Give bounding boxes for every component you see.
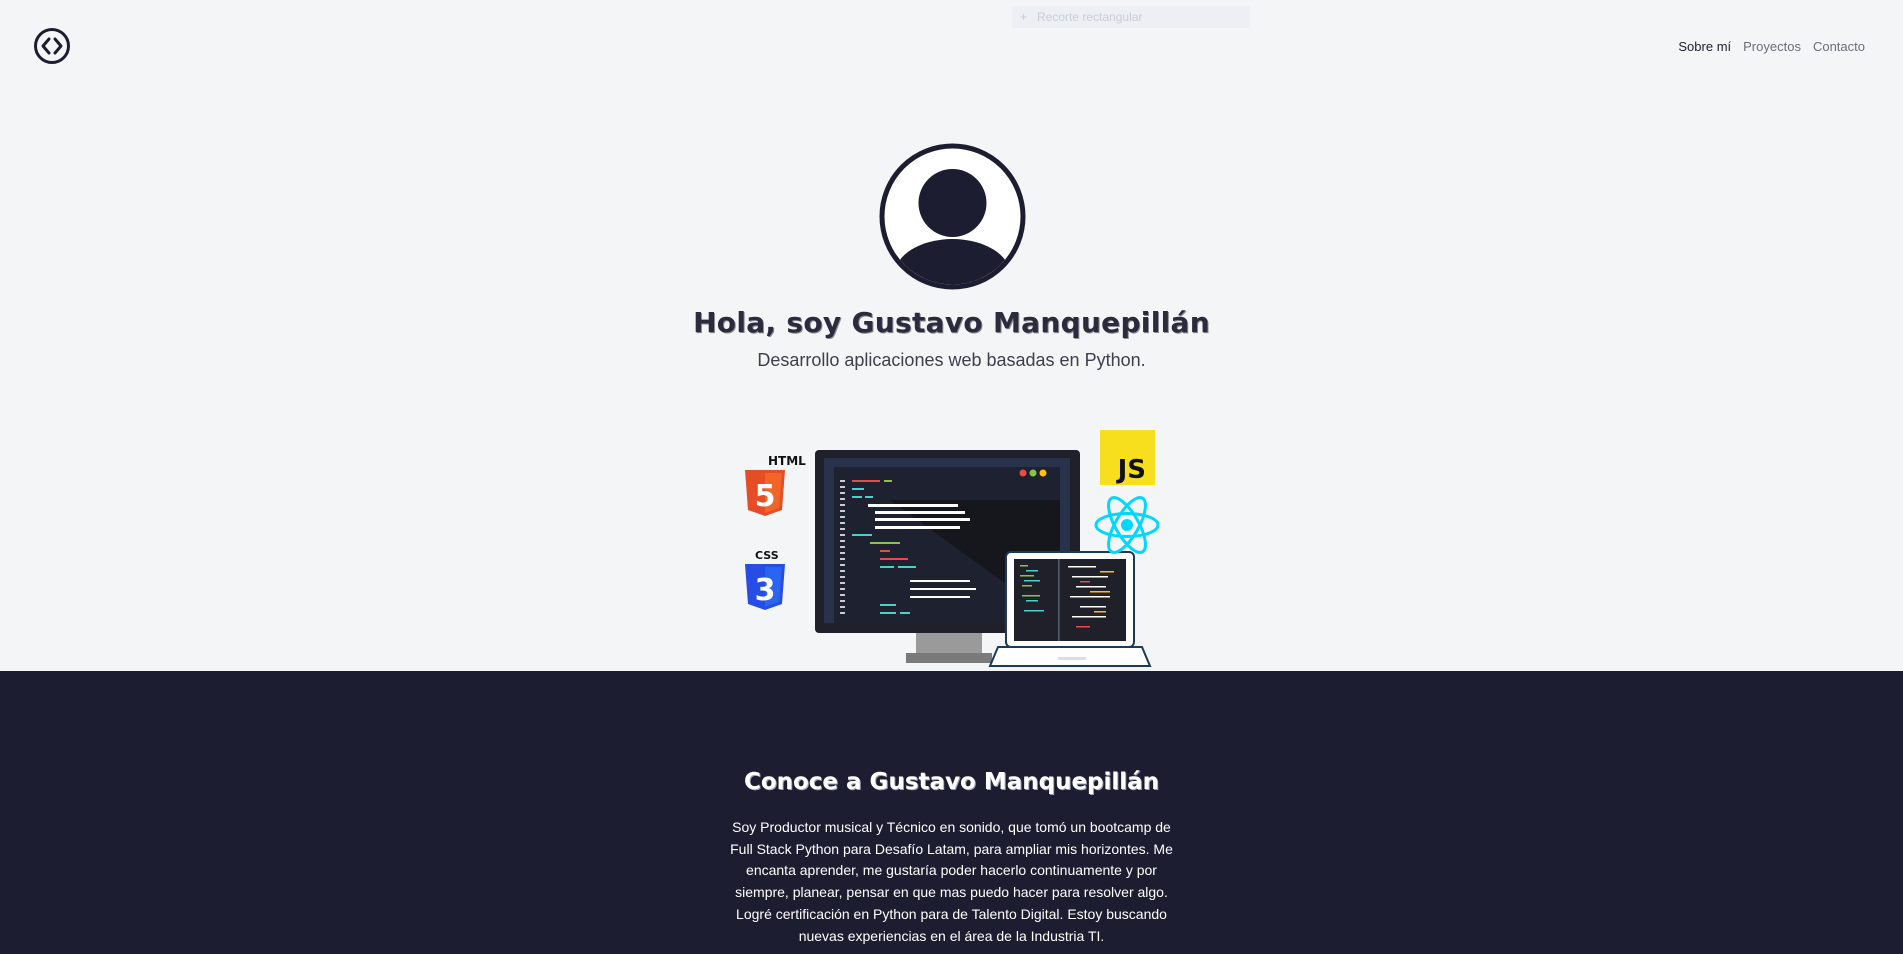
css-label: CSS — [755, 549, 779, 562]
react-icon — [1094, 496, 1160, 554]
js-icon: JS — [1100, 430, 1155, 485]
hero-title: Hola, soy Gustavo Manquepillán — [693, 306, 1210, 339]
laptop-icon — [988, 551, 1152, 667]
js-label: JS — [1116, 455, 1146, 485]
html-digit: 5 — [755, 479, 776, 514]
css-digit: 3 — [755, 573, 776, 608]
about-text: Soy Productor musical y Técnico en sonid… — [730, 819, 1173, 944]
user-avatar-icon — [879, 143, 1026, 290]
nav-link-contacto[interactable]: Contacto — [1813, 39, 1865, 54]
about-section: Conoce a Gustavo Manquepillán Soy Produc… — [0, 671, 1903, 954]
hero-subtitle: Desarrollo aplicaciones web basadas en P… — [757, 350, 1146, 370]
code-brackets-icon[interactable] — [33, 27, 71, 65]
snip-mode-label: Recorte rectangular — [1037, 10, 1143, 24]
html5-icon: HTML 5 — [745, 454, 806, 516]
developer-illustration: HTML 5 CSS 3 JS — [745, 430, 1160, 667]
snip-toolbar[interactable]: + Recorte rectangular — [1012, 6, 1250, 28]
nav-link-sobre-mi[interactable]: Sobre mí — [1678, 39, 1731, 54]
plus-icon[interactable]: + — [1020, 10, 1027, 24]
main-nav: Sobre mí Proyectos Contacto — [1678, 39, 1865, 54]
about-title: Conoce a Gustavo Manquepillán — [743, 769, 1160, 795]
top-bar: + Recorte rectangular Sobre mí Proyectos… — [0, 0, 1903, 95]
nav-link-proyectos[interactable]: Proyectos — [1743, 39, 1801, 54]
hero-section: Hola, soy Gustavo Manquepillán Desarroll… — [0, 95, 1903, 671]
html-label: HTML — [768, 454, 806, 468]
css3-icon: CSS 3 — [745, 549, 785, 610]
